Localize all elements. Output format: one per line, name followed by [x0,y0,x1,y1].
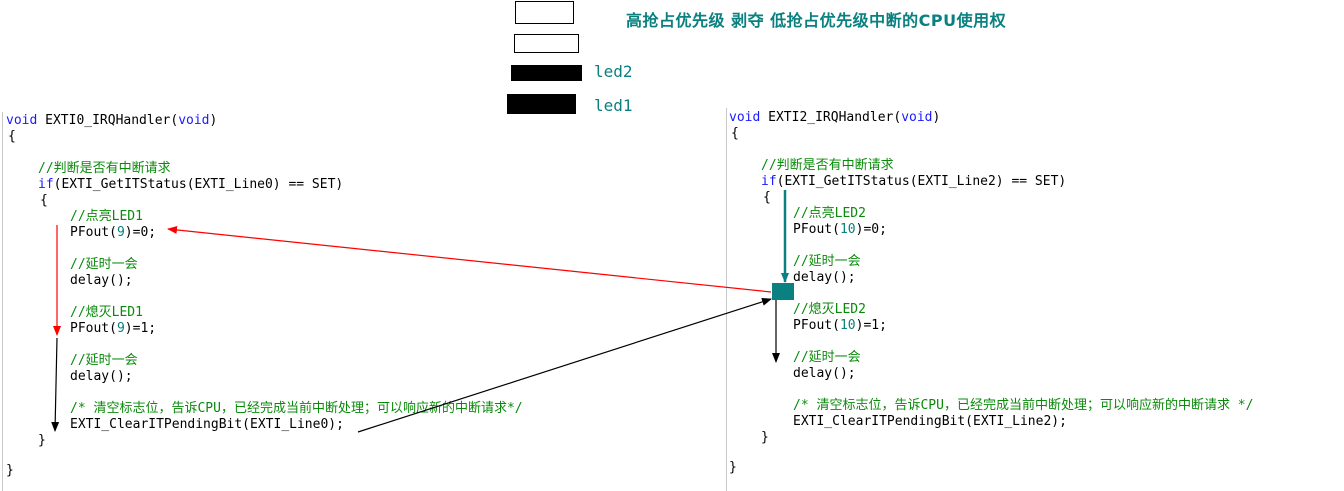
interrupt-point-box [772,283,794,300]
preempt-arrow [167,225,772,293]
return-arrow [357,297,772,433]
left-black-down-arrow [51,337,60,432]
flow-arrows [51,190,794,433]
